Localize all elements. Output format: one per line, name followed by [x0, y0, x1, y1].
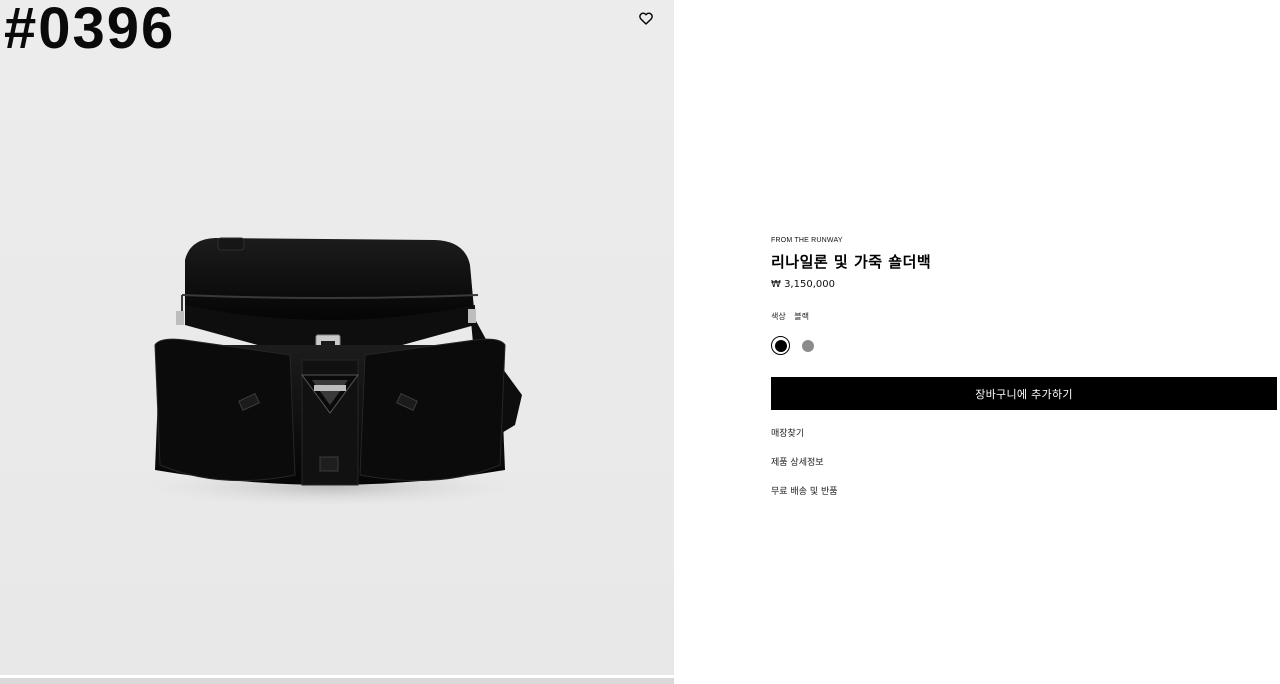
- color-label: 색상: [771, 312, 786, 321]
- swatch-grey[interactable]: [798, 336, 817, 355]
- shipping-returns-link[interactable]: 무료 배송 및 반품: [771, 484, 838, 497]
- find-store-link[interactable]: 매장찾기: [771, 426, 804, 439]
- add-to-cart-button[interactable]: 장바구니에 추가하기: [771, 377, 1277, 410]
- swatch-black[interactable]: [771, 336, 790, 355]
- product-image: [140, 237, 522, 507]
- watermark-id: #0396: [4, 0, 176, 61]
- product-price: ₩ 3,150,000: [771, 279, 835, 290]
- swatch-grey-dot: [801, 339, 814, 352]
- product-title: 리나일론 및 가죽 숄더백: [771, 253, 932, 271]
- product-details-link[interactable]: 제품 상세정보: [771, 455, 824, 468]
- heart-icon: [639, 12, 653, 25]
- product-details: FROM THE RUNWAY 리나일론 및 가죽 숄더백 ₩ 3,150,00…: [771, 0, 1280, 684]
- color-swatches: [771, 336, 825, 355]
- swatch-black-dot: [774, 339, 787, 352]
- collection-label: FROM THE RUNWAY: [771, 237, 843, 244]
- product-gallery: #0396: [0, 0, 674, 684]
- wishlist-button[interactable]: [636, 8, 656, 28]
- color-selection-label: 색상 블랙: [771, 311, 809, 322]
- color-value: 블랙: [794, 312, 810, 321]
- gallery-scrollbar[interactable]: [0, 675, 674, 684]
